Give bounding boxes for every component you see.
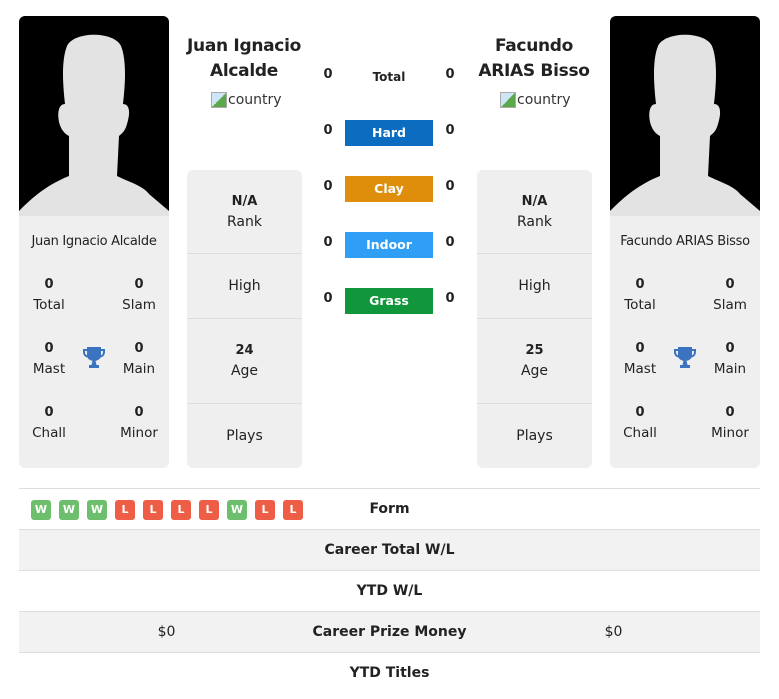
trophy-icon	[674, 347, 696, 368]
surface-left-value: 0	[323, 235, 333, 250]
silhouette-icon	[610, 34, 760, 216]
stat-slam: 0 Slam	[713, 277, 747, 313]
surface-badge-total: Total	[372, 70, 406, 84]
surface-left-value: 0	[323, 179, 333, 194]
surface-badge-clay: Clay	[345, 176, 433, 202]
surface-left-value: 0	[323, 67, 333, 82]
info-rank: N/A Rank	[187, 170, 302, 254]
info-plays: Plays	[516, 428, 553, 444]
titles-grid: 0 Total 0 Slam 0 Mast 0 Main 0 Chall 0 Minor	[610, 254, 760, 454]
surface-left-value: 0	[323, 123, 333, 138]
surface-left-value: 0	[323, 291, 333, 306]
surface-badge-hard: Hard	[345, 120, 433, 146]
surface-row-grass: 0 Grass 0	[318, 288, 463, 314]
info-column-right: N/A Rank High 25 Age Plays	[477, 170, 592, 468]
player-photo-right	[610, 16, 760, 216]
stat-minor: 0 Minor	[120, 405, 158, 441]
surface-row-indoor: 0 Indoor 0	[318, 232, 463, 258]
stat-mast: 0 Mast	[32, 341, 66, 377]
trophy-icon	[83, 347, 105, 368]
surface-right-value: 0	[445, 291, 455, 306]
player-card-left: Juan Ignacio Alcalde 0 Total 0 Slam 0 Mast …	[19, 16, 169, 468]
surface-row-total: 0 Total 0	[318, 64, 463, 90]
table-row-ytd-titles: YTD Titles	[349, 665, 430, 681]
surface-row-hard: 0 Hard 0	[318, 120, 463, 146]
info-rank: N/A Rank	[477, 170, 592, 254]
silhouette-icon	[19, 34, 169, 216]
surface-badge-indoor: Indoor	[345, 232, 433, 258]
info-high: High	[477, 254, 592, 319]
info-age: 24 Age	[187, 319, 302, 404]
country-flag-left: country	[211, 92, 282, 108]
stat-chall: 0 Chall	[32, 405, 66, 441]
broken-image-icon	[211, 92, 227, 108]
info-column-left: N/A Rank High 24 Age Plays	[187, 170, 302, 468]
table-row-ytd-wl: YTD W/L	[19, 571, 760, 612]
player-card-name: Juan Ignacio Alcalde	[31, 234, 157, 249]
surface-right-value: 0	[445, 235, 455, 250]
titles-grid: 0 Total 0 Slam 0 Mast 0 Main 0 Chall 0 Minor	[19, 254, 169, 454]
stat-slam: 0 Slam	[122, 277, 156, 313]
surface-right-value: 0	[445, 67, 455, 82]
table-row-career-wl: Career Total W/L	[19, 530, 760, 571]
broken-image-icon	[500, 92, 516, 108]
surface-badge-grass: Grass	[345, 288, 433, 314]
info-plays: Plays	[226, 428, 263, 444]
info-age: 25 Age	[477, 319, 592, 404]
player-name-right[interactable]: Facundo ARIAS Bisso	[464, 34, 604, 84]
player-photo-left	[19, 16, 169, 216]
surface-right-value: 0	[445, 179, 455, 194]
stat-mast: 0 Mast	[623, 341, 657, 377]
comparison-table: WWWLLLLWLL Form Career Total W/L YTD W/L…	[19, 488, 760, 694]
surface-right-value: 0	[445, 123, 455, 138]
surface-row-clay: 0 Clay 0	[318, 176, 463, 202]
stat-total: 0 Total	[624, 277, 656, 313]
stat-minor: 0 Minor	[711, 405, 749, 441]
stat-main: 0 Main	[713, 341, 747, 377]
table-row-prize-money: $0 Career Prize Money $0	[19, 612, 760, 653]
player-name-left[interactable]: Juan Ignacio Alcalde	[174, 34, 314, 84]
info-high: High	[187, 254, 302, 319]
stat-chall: 0 Chall	[623, 405, 657, 441]
country-flag-right: country	[500, 92, 571, 108]
player-card-right: Facundo ARIAS Bisso 0 Total 0 Slam 0 Mast 0…	[610, 16, 760, 468]
player-card-name: Facundo ARIAS Bisso	[620, 234, 750, 249]
stat-main: 0 Main	[122, 341, 156, 377]
stat-total: 0 Total	[33, 277, 65, 313]
table-row-form: WWWLLLLWLL Form	[19, 489, 760, 530]
